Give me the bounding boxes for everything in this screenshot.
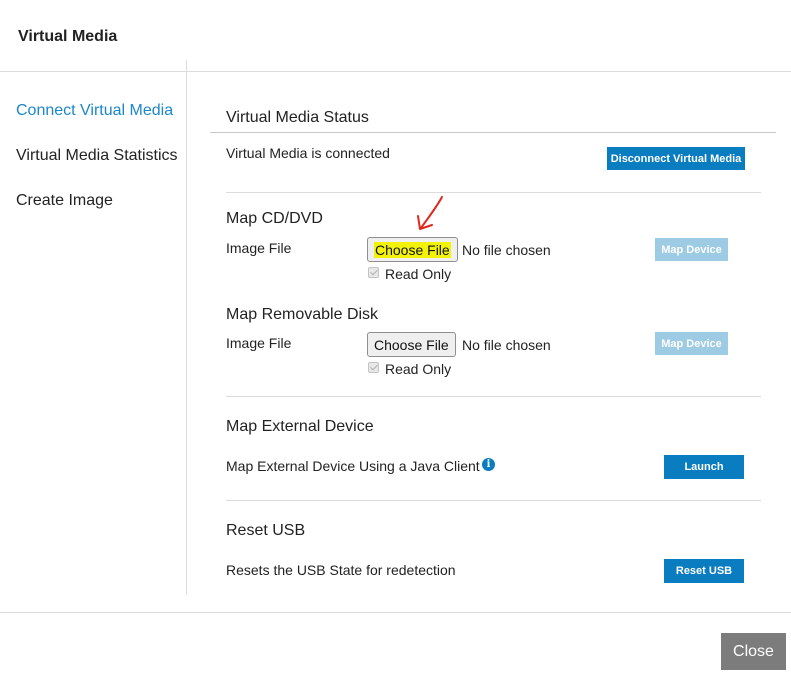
section-divider: [226, 192, 761, 193]
section-divider: [226, 500, 761, 501]
footer-divider: [0, 612, 791, 613]
external-device-heading: Map External Device: [226, 418, 374, 435]
dialog-title: Virtual Media: [18, 28, 118, 45]
cd-dvd-heading: Map CD/DVD: [226, 210, 323, 227]
choose-file-label: Choose File: [374, 241, 451, 258]
sidebar-item-virtual-media-statistics[interactable]: Virtual Media Statistics: [16, 147, 178, 165]
cd-dvd-read-only-label: Read Only: [385, 266, 452, 282]
removable-file-status: No file chosen: [462, 337, 551, 353]
section-divider: [226, 396, 761, 397]
cd-dvd-read-only-checkbox: [368, 267, 379, 278]
status-heading: Virtual Media Status: [226, 109, 369, 126]
close-button[interactable]: Close: [721, 633, 786, 670]
launch-button[interactable]: Launch: [664, 455, 744, 479]
cd-dvd-map-device-button: Map Device: [655, 238, 728, 261]
info-icon[interactable]: i: [482, 458, 495, 471]
removable-map-device-button: Map Device: [655, 332, 728, 355]
cd-dvd-file-status: No file chosen: [462, 242, 551, 258]
status-heading-underline: [210, 132, 776, 133]
reset-usb-button[interactable]: Reset USB: [664, 559, 744, 583]
cd-dvd-image-file-label: Image File: [226, 240, 292, 256]
status-text: Virtual Media is connected: [226, 145, 390, 161]
header-divider: [0, 71, 791, 72]
sidebar-item-create-image[interactable]: Create Image: [16, 192, 113, 210]
removable-read-only-checkbox: [368, 362, 379, 373]
removable-choose-file-button[interactable]: Choose File: [367, 332, 456, 357]
removable-disk-heading: Map Removable Disk: [226, 306, 379, 323]
removable-image-file-label: Image File: [226, 335, 292, 351]
cd-dvd-choose-file-button[interactable]: Choose File: [367, 237, 458, 262]
reset-usb-heading: Reset USB: [226, 522, 306, 539]
annotation-arrow-icon: [417, 196, 443, 230]
disconnect-virtual-media-button[interactable]: Disconnect Virtual Media: [607, 147, 745, 170]
sidebar-item-connect-virtual-media[interactable]: Connect Virtual Media: [16, 102, 173, 120]
sidebar-divider: [186, 60, 187, 595]
reset-usb-text: Resets the USB State for redetection: [226, 562, 456, 578]
removable-read-only-label: Read Only: [385, 361, 452, 377]
external-device-text: Map External Device Using a Java Client: [226, 458, 480, 474]
